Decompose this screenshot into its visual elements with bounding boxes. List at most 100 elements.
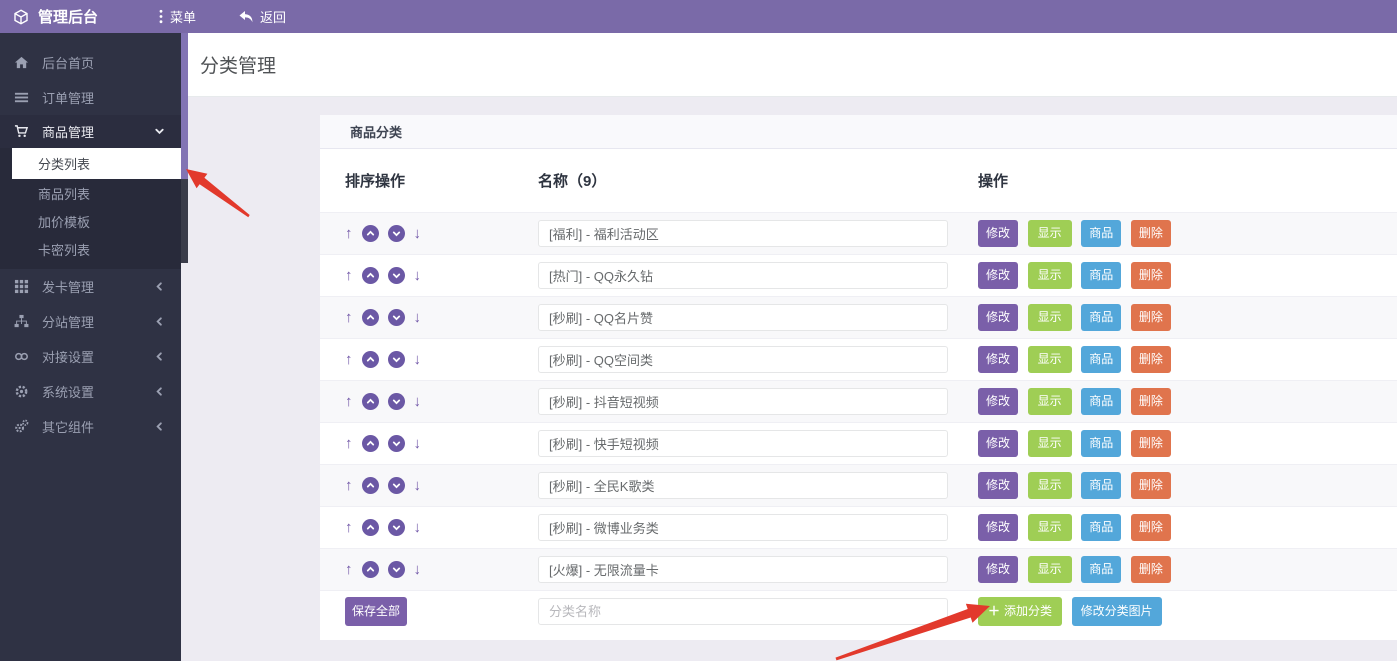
move-up-icon[interactable] <box>362 309 379 326</box>
show-button[interactable]: 显示 <box>1028 220 1072 246</box>
category-name-input[interactable] <box>538 346 948 373</box>
edit-category-image-button[interactable]: 修改分类图片 <box>1072 597 1162 625</box>
category-name-input[interactable] <box>538 220 948 247</box>
move-up-icon[interactable] <box>362 393 379 410</box>
move-down-icon[interactable] <box>388 393 405 410</box>
category-name-input[interactable] <box>538 514 948 541</box>
move-to-bottom-icon[interactable]: ↓ <box>414 352 422 367</box>
move-to-top-icon[interactable]: ↑ <box>345 520 353 535</box>
delete-button[interactable]: 删除 <box>1131 262 1171 288</box>
goods-button[interactable]: 商品 <box>1081 514 1121 540</box>
move-down-icon[interactable] <box>388 519 405 536</box>
menu-toggle[interactable]: 菜单 <box>158 7 196 26</box>
save-all-button[interactable]: 保存全部 <box>345 597 407 625</box>
category-name-input[interactable] <box>538 430 948 457</box>
goods-button[interactable]: 商品 <box>1081 220 1121 246</box>
move-down-icon[interactable] <box>388 435 405 452</box>
move-up-icon[interactable] <box>362 267 379 284</box>
move-down-icon[interactable] <box>388 561 405 578</box>
move-down-icon[interactable] <box>388 309 405 326</box>
move-to-bottom-icon[interactable]: ↓ <box>414 436 422 451</box>
category-name-input[interactable] <box>538 388 948 415</box>
move-down-icon[interactable] <box>388 225 405 242</box>
edit-button[interactable]: 修改 <box>978 304 1018 330</box>
move-to-bottom-icon[interactable]: ↓ <box>414 562 422 577</box>
edit-button[interactable]: 修改 <box>978 388 1018 414</box>
move-down-icon[interactable] <box>388 351 405 368</box>
show-button[interactable]: 显示 <box>1028 472 1072 498</box>
delete-button[interactable]: 删除 <box>1131 220 1171 246</box>
delete-button[interactable]: 删除 <box>1131 346 1171 372</box>
move-to-bottom-icon[interactable]: ↓ <box>414 226 422 241</box>
goods-button[interactable]: 商品 <box>1081 556 1121 582</box>
show-button[interactable]: 显示 <box>1028 262 1072 288</box>
show-button[interactable]: 显示 <box>1028 430 1072 456</box>
move-down-icon[interactable] <box>388 477 405 494</box>
category-name-input[interactable] <box>538 472 948 499</box>
move-to-top-icon[interactable]: ↑ <box>345 352 353 367</box>
edit-button[interactable]: 修改 <box>978 556 1018 582</box>
sidebar-item-products[interactable]: 商品管理 <box>0 115 181 148</box>
move-to-top-icon[interactable]: ↑ <box>345 268 353 283</box>
show-button[interactable]: 显示 <box>1028 304 1072 330</box>
move-up-icon[interactable] <box>362 561 379 578</box>
goods-button[interactable]: 商品 <box>1081 262 1121 288</box>
goods-button[interactable]: 商品 <box>1081 304 1121 330</box>
delete-button[interactable]: 删除 <box>1131 556 1171 582</box>
show-button[interactable]: 显示 <box>1028 556 1072 582</box>
sidebar-item-api-settings[interactable]: 对接设置 <box>0 339 181 374</box>
sidebar-item-substation[interactable]: 分站管理 <box>0 304 181 339</box>
move-to-top-icon[interactable]: ↑ <box>345 310 353 325</box>
sidebar-item-orders[interactable]: 订单管理 <box>0 80 181 115</box>
delete-button[interactable]: 删除 <box>1131 472 1171 498</box>
move-to-top-icon[interactable]: ↑ <box>345 394 353 409</box>
edit-button[interactable]: 修改 <box>978 262 1018 288</box>
goods-button[interactable]: 商品 <box>1081 388 1121 414</box>
sidebar-item-system-settings[interactable]: 系统设置 <box>0 374 181 409</box>
sidebar-item-markup-template[interactable]: 加价模板 <box>0 207 181 235</box>
category-name-input[interactable] <box>538 262 948 289</box>
sidebar-scrollbar-thumb[interactable] <box>181 33 188 179</box>
delete-button[interactable]: 删除 <box>1131 514 1171 540</box>
delete-button[interactable]: 删除 <box>1131 430 1171 456</box>
move-up-icon[interactable] <box>362 519 379 536</box>
sidebar-item-card-issue[interactable]: 发卡管理 <box>0 269 181 304</box>
move-to-top-icon[interactable]: ↑ <box>345 436 353 451</box>
edit-button[interactable]: 修改 <box>978 346 1018 372</box>
move-up-icon[interactable] <box>362 477 379 494</box>
goods-button[interactable]: 商品 <box>1081 430 1121 456</box>
delete-button[interactable]: 删除 <box>1131 304 1171 330</box>
edit-button[interactable]: 修改 <box>978 514 1018 540</box>
move-to-top-icon[interactable]: ↑ <box>345 226 353 241</box>
goods-button[interactable]: 商品 <box>1081 346 1121 372</box>
move-to-top-icon[interactable]: ↑ <box>345 562 353 577</box>
goods-button[interactable]: 商品 <box>1081 472 1121 498</box>
show-button[interactable]: 显示 <box>1028 514 1072 540</box>
sidebar-item-home[interactable]: 后台首页 <box>0 45 181 80</box>
show-button[interactable]: 显示 <box>1028 346 1072 372</box>
category-name-input[interactable] <box>538 304 948 331</box>
delete-button[interactable]: 删除 <box>1131 388 1171 414</box>
show-button[interactable]: 显示 <box>1028 388 1072 414</box>
move-up-icon[interactable] <box>362 435 379 452</box>
edit-button[interactable]: 修改 <box>978 472 1018 498</box>
move-to-bottom-icon[interactable]: ↓ <box>414 520 422 535</box>
edit-button[interactable]: 修改 <box>978 430 1018 456</box>
back-link[interactable]: 返回 <box>238 7 286 26</box>
sidebar-item-other-components[interactable]: 其它组件 <box>0 409 181 444</box>
add-category-button[interactable]: ＋添加分类 <box>978 597 1062 625</box>
move-up-icon[interactable] <box>362 225 379 242</box>
move-up-icon[interactable] <box>362 351 379 368</box>
sidebar-item-product-list[interactable]: 商品列表 <box>0 179 181 207</box>
move-to-bottom-icon[interactable]: ↓ <box>414 310 422 325</box>
category-name-input[interactable] <box>538 556 948 583</box>
move-down-icon[interactable] <box>388 267 405 284</box>
edit-button[interactable]: 修改 <box>978 220 1018 246</box>
move-to-bottom-icon[interactable]: ↓ <box>414 268 422 283</box>
move-to-bottom-icon[interactable]: ↓ <box>414 478 422 493</box>
move-to-top-icon[interactable]: ↑ <box>345 478 353 493</box>
sidebar-item-category-list[interactable]: 分类列表 <box>12 148 181 179</box>
new-category-name-input[interactable] <box>538 598 948 625</box>
move-to-bottom-icon[interactable]: ↓ <box>414 394 422 409</box>
sidebar-item-card-list[interactable]: 卡密列表 <box>0 235 181 263</box>
